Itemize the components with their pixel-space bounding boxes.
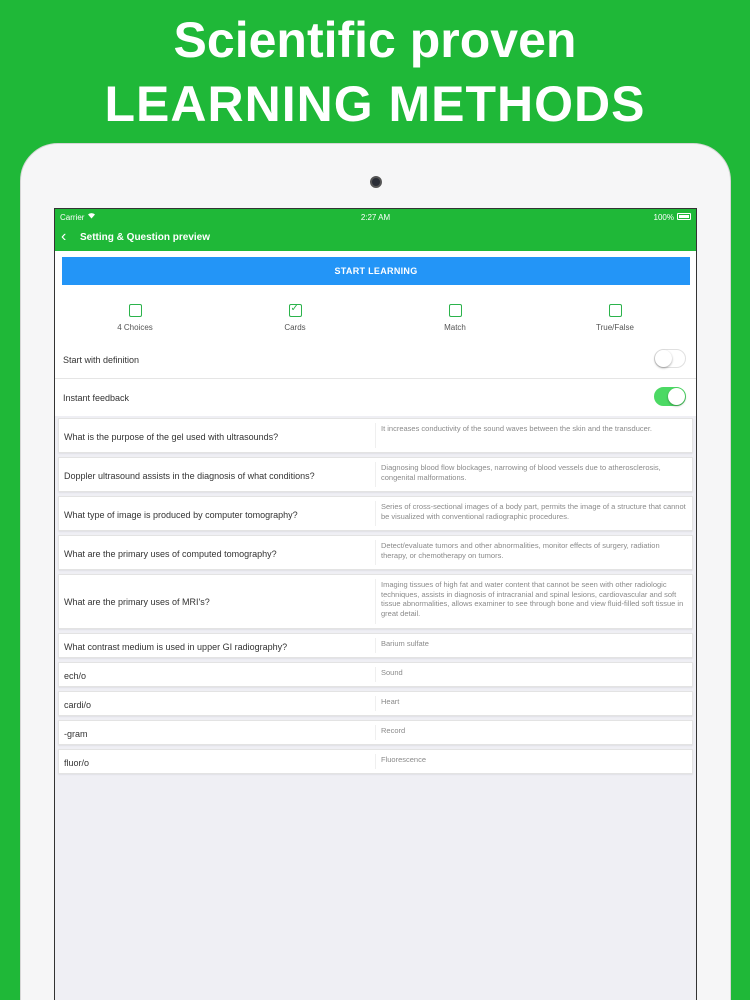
answer-text: Barium sulfate [381,639,429,648]
answer-text: Imaging tissues of high fat and water co… [381,580,684,618]
instant-feedback-toggle[interactable] [654,387,686,406]
list-item: What type of image is produced by comput… [58,496,693,531]
list-item: fluor/o Fluorescence [58,749,693,774]
status-time: 2:27 AM [360,213,391,222]
toggle-knob [655,350,672,367]
list-item: What are the primary uses of MRI's? Imag… [58,574,693,629]
start-learning-button[interactable]: START LEARNING [62,257,690,285]
checkbox-match[interactable] [448,304,462,317]
status-bar: Carrier 2:27 AM 100% [55,209,696,225]
divider [375,462,376,487]
list-item: What are the primary uses of computed to… [58,535,693,570]
mode-label: True/False [596,323,634,332]
mode-label: Cards [284,323,306,332]
setting-instant-feedback: Instant feedback [55,378,696,415]
checkbox-true-false[interactable] [608,304,622,317]
list-item: cardi/o Heart [58,691,693,716]
list-item: What contrast medium is used in upper GI… [58,633,693,658]
question-text: ech/o [64,671,87,681]
divider [375,540,376,565]
list-item: ech/o Sound [58,662,693,687]
nav-title: Setting & Question preview [80,232,211,243]
answer-text: Sound [381,668,403,677]
mode-cards[interactable]: Cards [235,303,355,332]
mode-label: 4 Choices [117,323,153,332]
question-text: cardi/o [64,700,92,710]
camera-icon [370,176,382,188]
setting-label: Instant feedback [63,393,130,403]
answer-text: Heart [381,697,400,706]
toggle-knob [668,388,685,405]
answer-text: Diagnosing blood flow blockages, narrowi… [381,463,661,482]
answer-text: It increases conductivity of the sound w… [381,424,652,433]
answer-text: Fluorescence [381,755,427,764]
answer-text: Series of cross-sectional images of a bo… [381,502,686,521]
question-text: What contrast medium is used in upper GI… [64,642,288,652]
list-item: -gram Record [58,720,693,745]
divider [375,725,376,740]
divider [375,579,376,624]
back-chevron-icon[interactable]: ‹ [61,228,66,246]
question-preview-list: What is the purpose of the gel used with… [55,416,696,1000]
nav-bar: ‹ Setting & Question preview [55,225,696,251]
divider [375,638,376,653]
headline-line-2: LEARNING METHODS [104,76,646,132]
battery-percent: 100% [653,213,674,222]
setting-start-with-definition: Start with definition [55,341,696,378]
mode-label: Match [444,323,466,332]
settings-content: START LEARNING 4 Choices Cards Match Tru… [55,251,696,1000]
checkbox-cards[interactable] [288,303,302,317]
divider [375,667,376,682]
mode-true-false[interactable]: True/False [555,304,675,332]
question-text: Doppler ultrasound assists in the diagno… [64,471,315,481]
question-text: What is the purpose of the gel used with… [64,432,279,442]
question-text: fluor/o [64,758,90,768]
setting-label: Start with definition [63,355,140,365]
list-item: Doppler ultrasound assists in the diagno… [58,457,693,492]
mode-match[interactable]: Match [395,304,515,332]
divider [375,423,376,448]
divider [375,696,376,711]
answer-text: Record [381,726,406,735]
question-text: What are the primary uses of MRI's? [64,597,210,607]
question-text: What type of image is produced by comput… [64,510,298,520]
mode-4-choices[interactable]: 4 Choices [75,304,195,332]
divider [375,754,376,769]
question-text: What are the primary uses of computed to… [64,549,277,559]
start-with-definition-toggle[interactable] [654,349,686,368]
answer-text: Detect/evaluate tumors and other abnorma… [381,541,660,560]
battery-icon [677,213,691,220]
headline-line-1: Scientific proven [173,12,577,68]
app-screen: Carrier 2:27 AM 100% ‹ Setting & Questio… [54,208,697,1000]
checkbox-4-choices[interactable] [128,304,142,317]
question-text: -gram [64,729,88,739]
divider [375,501,376,526]
list-item: What is the purpose of the gel used with… [58,418,693,453]
